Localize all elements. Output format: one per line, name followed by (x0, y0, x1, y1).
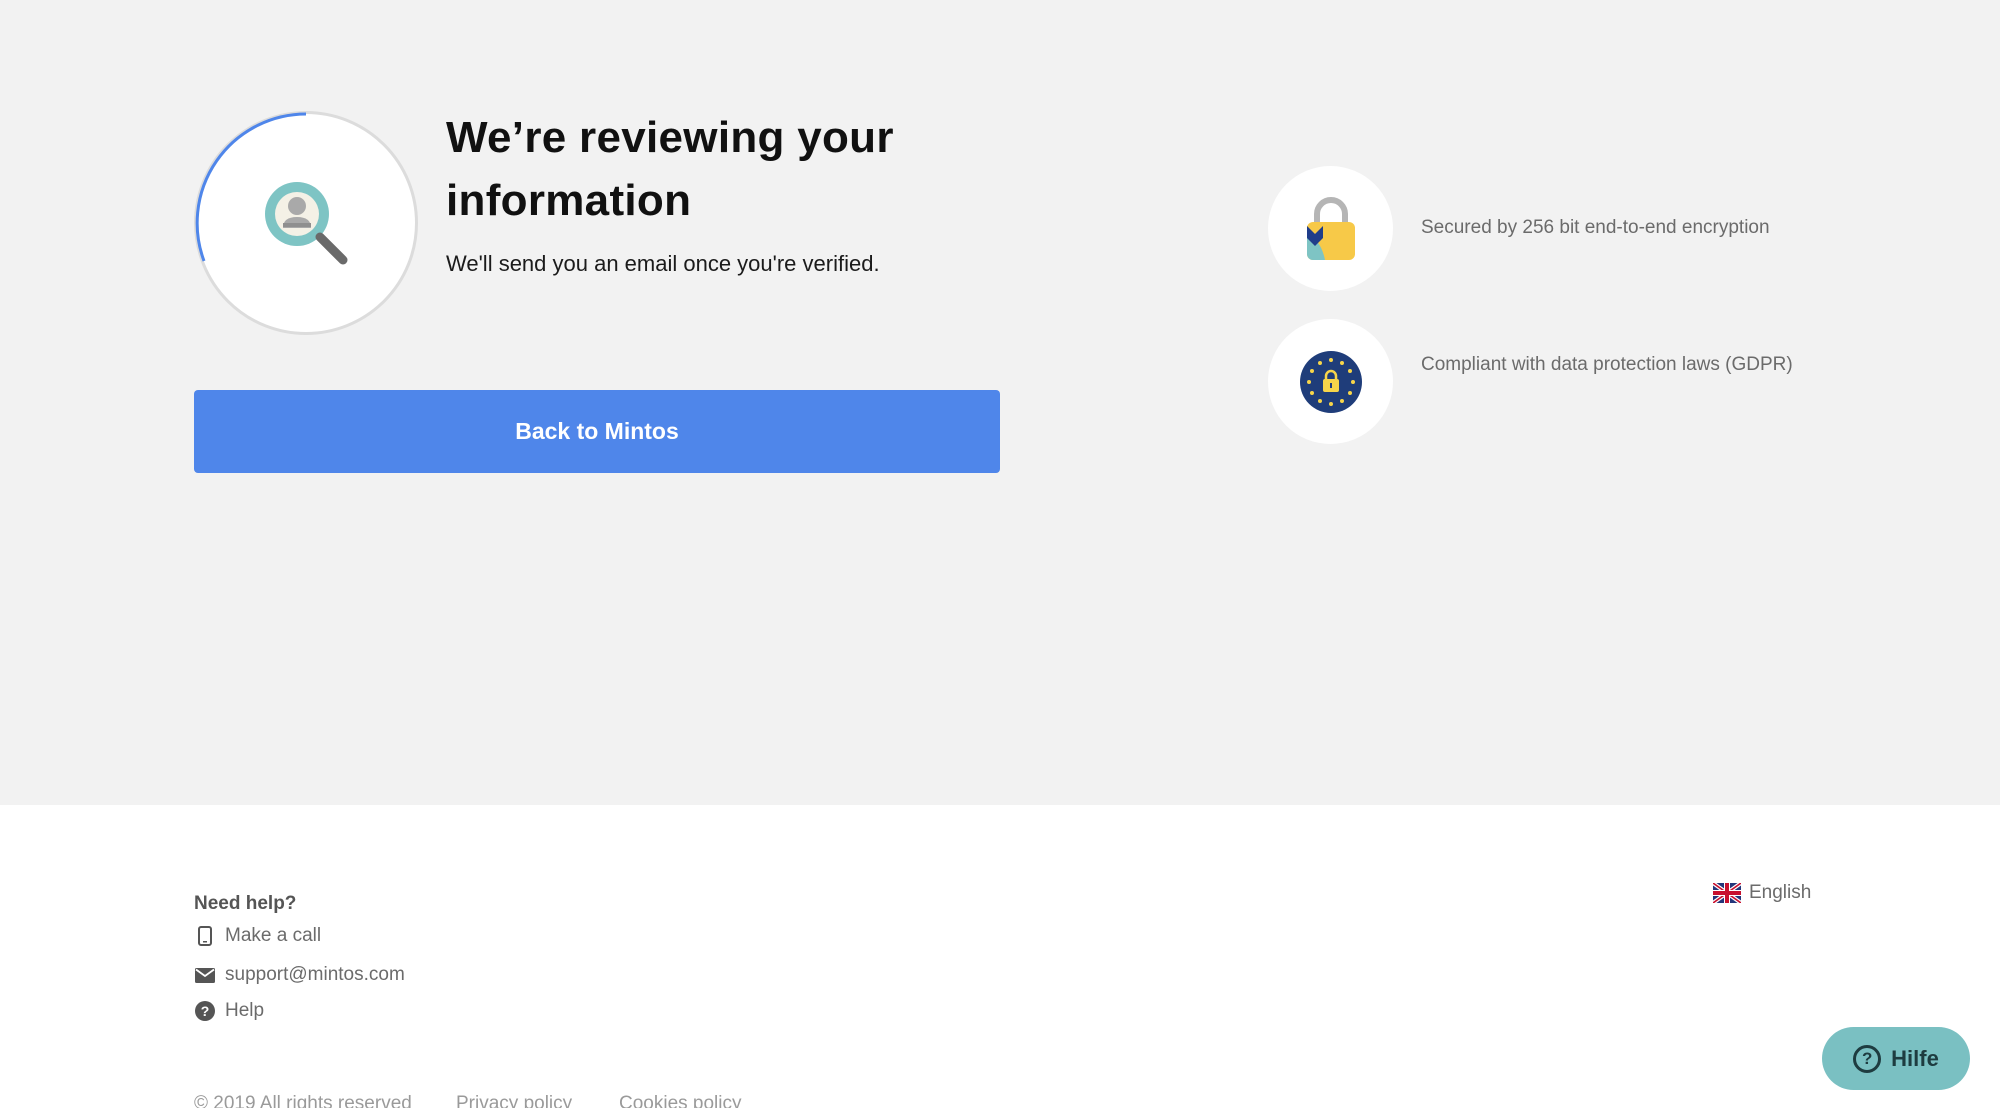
question-icon: ? (1853, 1044, 1882, 1073)
help-label: Help (225, 1000, 265, 1021)
make-a-call-link[interactable]: Make a call (194, 925, 321, 947)
eu-gdpr-lock-icon (1299, 350, 1362, 413)
cookies-policy-link[interactable]: Cookies policy (619, 1093, 742, 1108)
need-help-heading: Need help? (194, 893, 297, 914)
hilfe-help-widget-button[interactable]: ? Hilfe (1822, 1027, 1970, 1090)
phone-icon (194, 925, 216, 947)
main-section: We’re reviewing your information We'll s… (0, 0, 2000, 805)
padlock-icon (1306, 196, 1355, 260)
support-email-link[interactable]: support@mintos.com (194, 964, 405, 986)
back-to-mintos-button[interactable]: Back to Mintos (194, 390, 1000, 473)
footer: Need help? Make a call support@mintos.co… (0, 805, 2000, 1108)
privacy-policy-link[interactable]: Privacy policy (456, 1093, 572, 1108)
hilfe-label: Hilfe (1891, 1045, 1939, 1071)
question-circle-icon: ? (194, 1000, 216, 1022)
page-title: We’re reviewing your information (446, 113, 894, 225)
svg-text:?: ? (201, 1003, 210, 1019)
uk-flag-icon (1713, 883, 1741, 903)
language-label: English (1749, 882, 1812, 903)
mail-icon (194, 964, 216, 986)
support-email-label: support@mintos.com (225, 964, 405, 985)
make-a-call-label: Make a call (225, 925, 322, 946)
encryption-badge (1268, 166, 1393, 291)
encryption-text: Secured by 256 bit end-to-end encryption (1421, 217, 1770, 238)
language-selector[interactable]: English (1713, 882, 1811, 904)
copyright-text: © 2019 All rights reserved (194, 1093, 412, 1108)
page-subtitle: We'll send you an email once you're veri… (446, 251, 880, 276)
help-link[interactable]: ? Help (194, 1000, 264, 1022)
gdpr-text: Compliant with data protection laws (GDP… (1421, 354, 1793, 375)
gdpr-badge (1268, 319, 1393, 444)
magnifier-user-icon (265, 182, 348, 265)
review-status-badge (194, 111, 418, 335)
